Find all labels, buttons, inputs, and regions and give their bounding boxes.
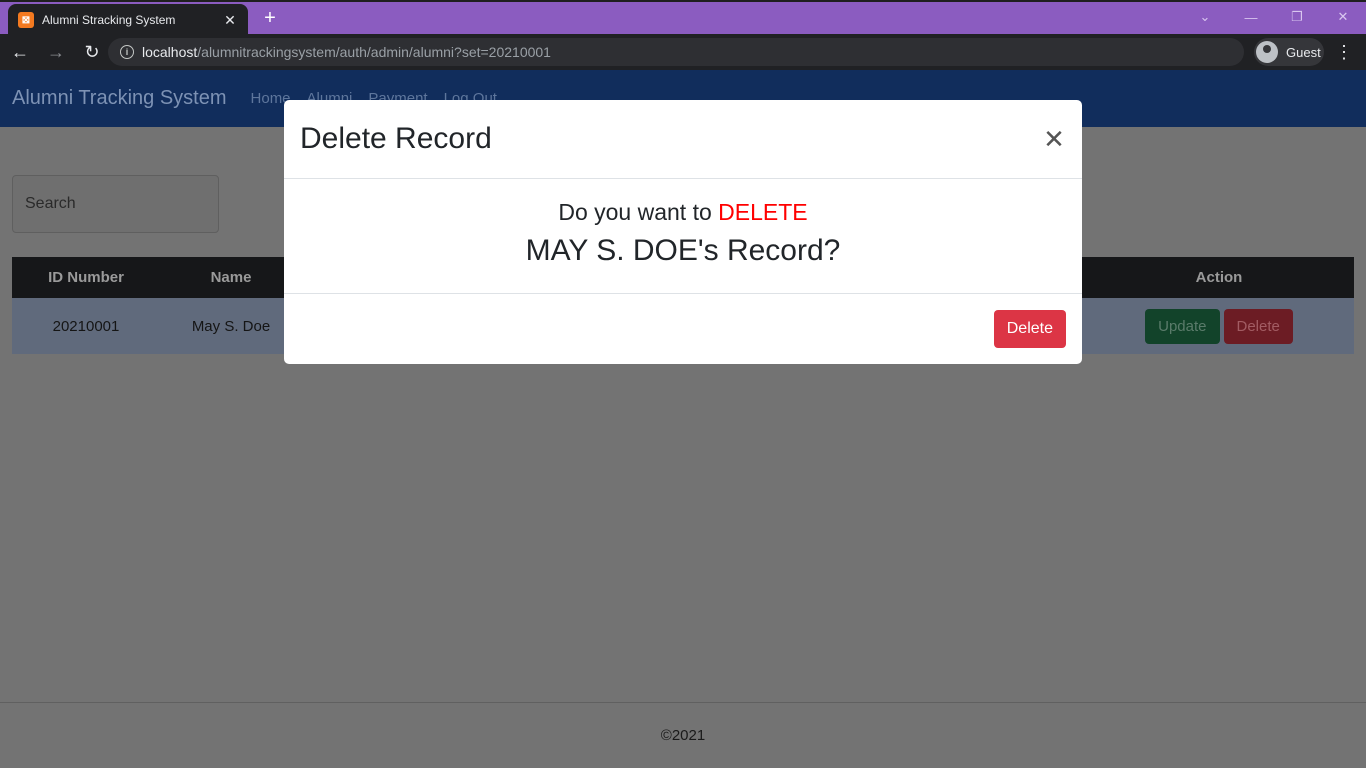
- search-placeholder: Search: [25, 195, 76, 212]
- url-path: /alumnitrackingsystem/auth/admin/alumni?…: [197, 44, 551, 60]
- url-host: localhost: [142, 44, 198, 60]
- modal-title: Delete Record: [300, 122, 492, 155]
- tab-search-chevron-icon[interactable]: ⌄: [1182, 2, 1228, 32]
- close-window-icon[interactable]: ✕: [1320, 2, 1366, 32]
- search-input[interactable]: Search: [12, 175, 219, 233]
- modal-question: Do you want to DELETE: [284, 199, 1082, 226]
- site-info-icon[interactable]: i: [120, 45, 134, 59]
- cell-name: May S. Doe: [191, 317, 271, 335]
- back-arrow-icon[interactable]: ←: [4, 36, 36, 68]
- update-button[interactable]: Update: [1145, 308, 1220, 344]
- profile-label: Guest: [1286, 44, 1321, 60]
- browser-menu-icon[interactable]: ⋮: [1334, 38, 1354, 66]
- restore-icon[interactable]: ❐: [1274, 2, 1320, 32]
- row-delete-button[interactable]: Delete: [1223, 308, 1293, 344]
- browser-tab-strip: ⊠ Alumni Stracking System ✕ + ⌄ — ❐ ✕: [0, 0, 1366, 36]
- cell-actions: Update Delete: [1084, 308, 1354, 344]
- modal-header: Delete Record ✕: [284, 100, 1082, 179]
- close-tab-icon[interactable]: ✕: [222, 12, 238, 29]
- header-id-number: ID Number: [48, 269, 124, 286]
- tab-title: Alumni Stracking System: [42, 13, 176, 27]
- page-footer: ©2021: [0, 702, 1366, 768]
- minimize-icon[interactable]: —: [1228, 2, 1274, 32]
- confirm-delete-button[interactable]: Delete: [993, 310, 1066, 348]
- new-tab-icon[interactable]: +: [258, 6, 282, 30]
- navbar-brand[interactable]: Alumni Tracking System: [12, 87, 227, 110]
- modal-body: Do you want to DELETE MAY S. DOE's Recor…: [284, 179, 1082, 294]
- address-bar[interactable]: i localhost/alumnitrackingsystem/auth/ad…: [108, 38, 1244, 66]
- forward-arrow-icon[interactable]: →: [40, 36, 72, 68]
- modal-footer: Delete: [284, 294, 1082, 364]
- cell-id-number: 20210001: [52, 317, 120, 335]
- question-prefix: Do you want to: [558, 199, 719, 225]
- xampp-favicon-icon: ⊠: [18, 12, 34, 28]
- profile-avatar-icon: [1256, 41, 1278, 63]
- browser-toolbar: ← → ↻ i localhost/alumnitrackingsystem/a…: [0, 34, 1366, 70]
- footer-copyright: ©2021: [660, 727, 706, 744]
- question-highlight: DELETE: [718, 199, 808, 225]
- profile-button[interactable]: Guest: [1254, 38, 1324, 66]
- delete-record-modal: Delete Record ✕ Do you want to DELETE MA…: [284, 100, 1082, 364]
- browser-tab[interactable]: ⊠ Alumni Stracking System ✕: [8, 4, 248, 36]
- modal-record-name: MAY S. DOE's Record?: [525, 234, 841, 267]
- reload-icon[interactable]: ↻: [76, 36, 108, 68]
- header-name: Name: [210, 269, 252, 286]
- window-controls: ⌄ — ❐ ✕: [1182, 2, 1366, 34]
- header-action: Action: [1195, 269, 1243, 286]
- close-icon[interactable]: ✕: [1042, 126, 1066, 152]
